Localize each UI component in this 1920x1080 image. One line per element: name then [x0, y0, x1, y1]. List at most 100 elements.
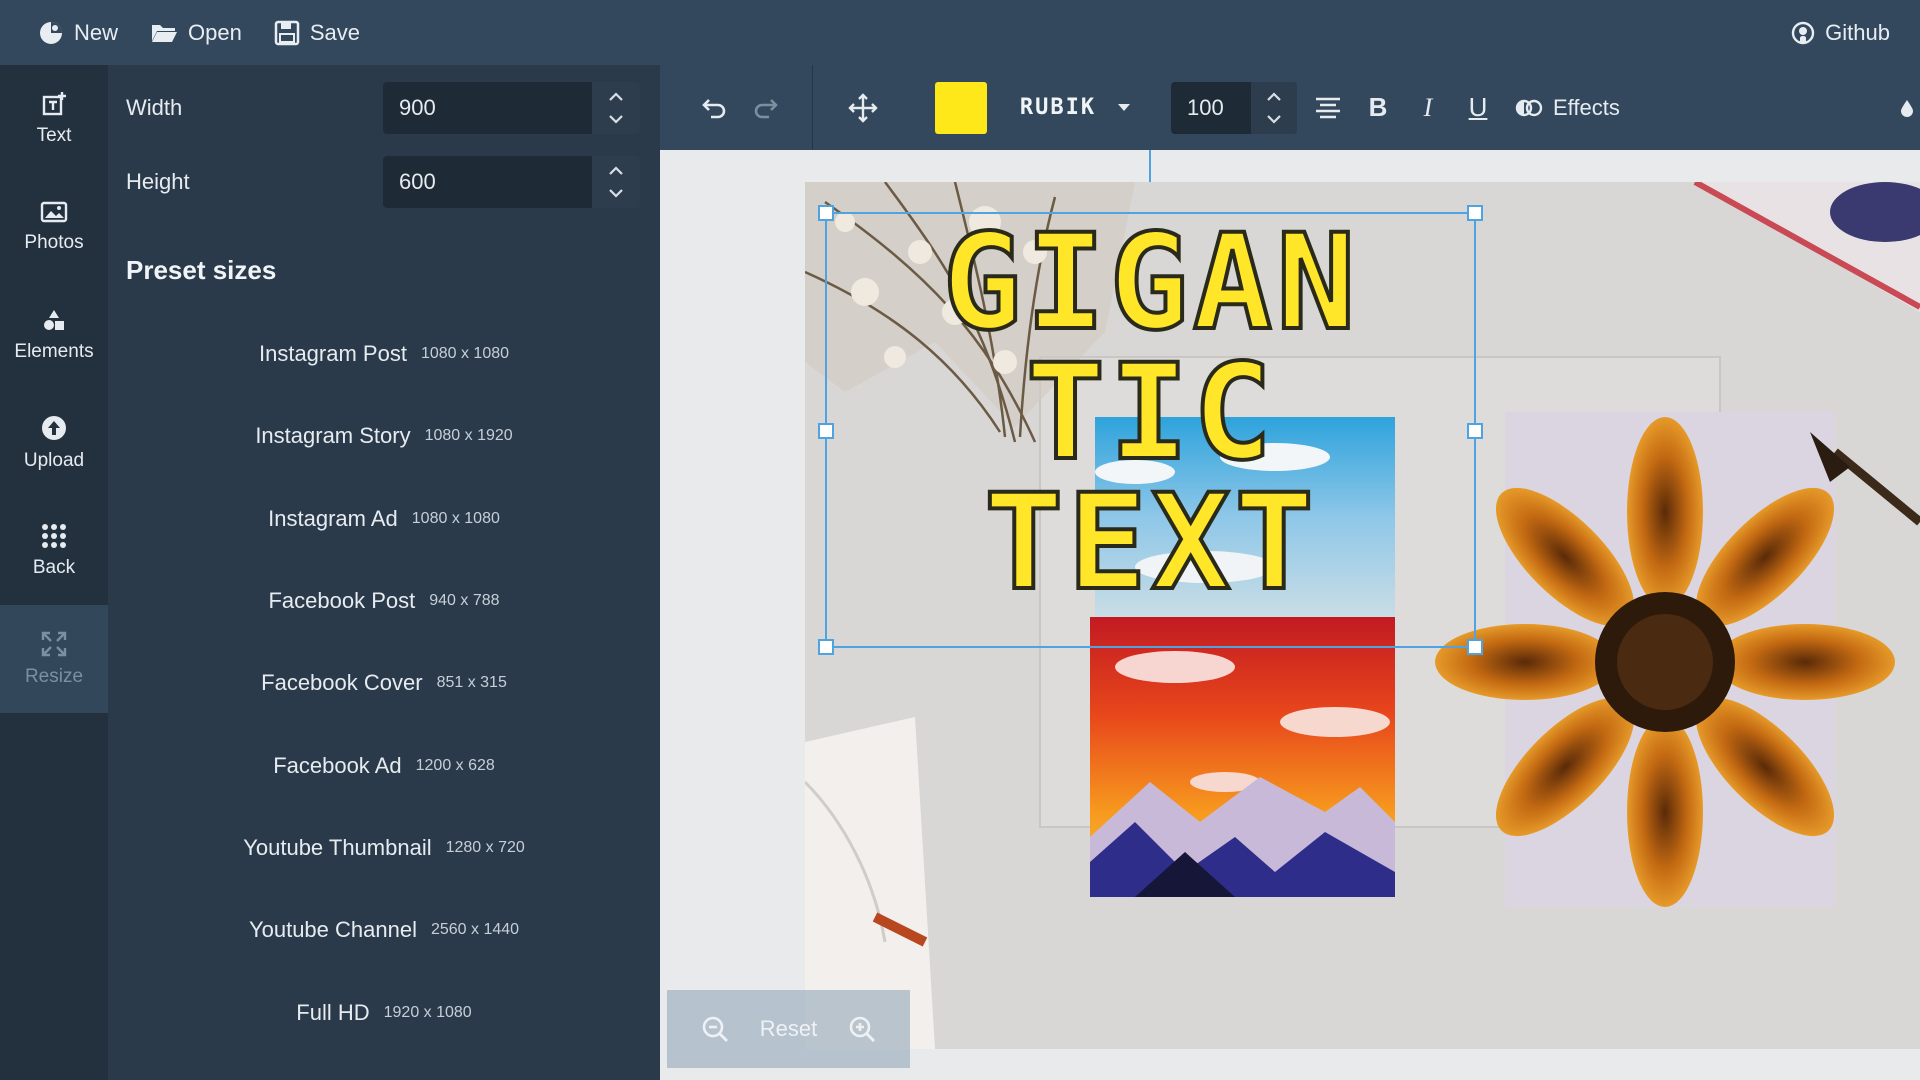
- rail-item-elements[interactable]: Elements: [0, 281, 108, 389]
- save-label: Save: [309, 19, 360, 45]
- headline-line: TIC: [1024, 336, 1277, 490]
- height-field: Height 600: [126, 154, 640, 210]
- preset-name: Youtube Channel: [248, 917, 417, 943]
- align-center-icon: [1315, 96, 1341, 120]
- preset-size: 851 x 315: [436, 674, 507, 692]
- center-guide: [1149, 150, 1151, 182]
- color-swatch: [935, 81, 987, 134]
- zoom-in-icon[interactable]: [848, 1015, 876, 1043]
- redo-button[interactable]: [740, 65, 790, 150]
- width-stepper: [592, 82, 640, 134]
- github-icon: [1791, 21, 1815, 45]
- preset-size: 1080 x 1080: [411, 509, 500, 527]
- resize-icon: [40, 630, 68, 658]
- preset-name: Facebook Post: [268, 588, 416, 614]
- width-label: Width: [126, 95, 183, 120]
- width-input[interactable]: 900: [382, 82, 593, 134]
- editor-toolbar: RUBIK 100 B I U Effects: [660, 65, 1920, 150]
- preset-facebook-ad[interactable]: Facebook Ad 1200 x 628: [108, 724, 660, 806]
- preset-youtube-channel[interactable]: Youtube Channel 2560 x 1440: [108, 889, 660, 971]
- preset-instagram-ad[interactable]: Instagram Ad 1080 x 1080: [108, 478, 660, 560]
- preset-facebook-cover[interactable]: Facebook Cover 851 x 315: [108, 642, 660, 724]
- font-family-select[interactable]: RUBIK: [1005, 65, 1145, 150]
- align-button[interactable]: [1303, 65, 1353, 150]
- preset-size: 940 x 788: [429, 592, 500, 610]
- preset-size: 1200 x 628: [415, 756, 495, 774]
- github-label: Github: [1825, 19, 1890, 45]
- effects-icon: [1515, 97, 1543, 119]
- upload-icon: [40, 414, 68, 442]
- grid-icon: [41, 523, 67, 549]
- rail-item-text[interactable]: Text: [0, 65, 108, 173]
- more-button[interactable]: [1896, 65, 1918, 150]
- underline-button[interactable]: U: [1453, 65, 1503, 150]
- resize-handle-bottom-left[interactable]: [818, 639, 834, 655]
- preset-size: 1280 x 720: [445, 838, 525, 856]
- bold-button[interactable]: B: [1353, 65, 1403, 150]
- preset-youtube-thumbnail[interactable]: Youtube Thumbnail 1280 x 720: [108, 807, 660, 889]
- height-input[interactable]: 600: [382, 156, 593, 208]
- font-family-label: RUBIK: [1019, 95, 1097, 120]
- font-size-control: 100: [1171, 65, 1297, 150]
- preset-name: Full HD: [296, 999, 370, 1025]
- chevron-up-icon[interactable]: [608, 166, 624, 176]
- new-label: New: [74, 19, 119, 45]
- droplet-icon: [1899, 98, 1915, 118]
- chevron-down-icon[interactable]: [1266, 114, 1282, 124]
- preset-instagram-story[interactable]: Instagram Story 1080 x 1920: [108, 395, 660, 477]
- chevron-up-icon[interactable]: [1266, 91, 1282, 102]
- preset-instagram-post[interactable]: Instagram Post 1080 x 1080: [108, 313, 660, 395]
- new-button[interactable]: New: [0, 0, 134, 65]
- font-size-input[interactable]: 100: [1171, 81, 1251, 134]
- effects-label: Effects: [1553, 94, 1620, 120]
- move-button[interactable]: [813, 65, 913, 150]
- open-label: Open: [188, 19, 242, 45]
- top-bar: New Open Save Github: [0, 0, 1920, 65]
- headline-text[interactable]: GIGAN TIC TEXT: [830, 215, 1472, 611]
- undo-button[interactable]: [690, 65, 740, 150]
- move-icon: [848, 92, 878, 123]
- preset-size: 1080 x 1920: [424, 427, 513, 445]
- save-button[interactable]: Save: [258, 0, 376, 65]
- preset-name: Instagram Ad: [268, 505, 398, 531]
- floppy-disk-icon: [274, 20, 300, 46]
- github-link[interactable]: Github: [1775, 0, 1920, 65]
- new-icon: [38, 20, 64, 46]
- resize-handle-bottom-right[interactable]: [1467, 639, 1483, 655]
- zoom-reset-button[interactable]: Reset: [760, 1016, 817, 1042]
- height-label: Height: [126, 169, 190, 194]
- rail-item-label: Back: [32, 557, 76, 578]
- preset-size: 1080 x 1080: [420, 345, 510, 363]
- effects-button[interactable]: Effects: [1515, 95, 1620, 121]
- rail-item-label: Resize: [24, 666, 84, 687]
- preset-name: Facebook Cover: [261, 670, 423, 696]
- rail-item-resize[interactable]: Resize: [0, 605, 108, 713]
- rail-item-upload[interactable]: Upload: [0, 389, 108, 497]
- zoom-out-icon[interactable]: [701, 1015, 729, 1043]
- preset-name: Youtube Thumbnail: [243, 834, 432, 860]
- undo-icon: [701, 96, 729, 120]
- rail-item-photos[interactable]: Photos: [0, 173, 108, 281]
- zoom-controls: Reset: [667, 990, 910, 1068]
- preset-name: Facebook Ad: [273, 752, 402, 778]
- preset-name: Instagram Post: [258, 341, 407, 367]
- rail-item-label: Elements: [14, 341, 94, 362]
- photo-icon: [40, 200, 68, 224]
- chevron-down-icon[interactable]: [608, 188, 624, 198]
- open-button[interactable]: Open: [134, 0, 258, 65]
- side-rail: Text Photos Elements Upload Back Resize: [0, 65, 108, 1080]
- preset-facebook-post[interactable]: Facebook Post 940 x 788: [108, 560, 660, 642]
- rail-item-label: Upload: [23, 450, 85, 471]
- italic-button[interactable]: I: [1403, 65, 1453, 150]
- preset-full-hd[interactable]: Full HD 1920 x 1080: [108, 971, 660, 1053]
- chevron-down-icon[interactable]: [608, 114, 624, 124]
- text-color-picker[interactable]: [935, 65, 987, 150]
- font-size-stepper: [1251, 81, 1297, 134]
- rail-item-back[interactable]: Back: [0, 497, 108, 605]
- caret-down-icon: [1118, 103, 1131, 112]
- chevron-up-icon[interactable]: [608, 92, 624, 102]
- width-field: Width 900: [126, 80, 640, 136]
- rail-item-label: Photos: [24, 232, 84, 253]
- redo-icon: [751, 96, 779, 120]
- text-add-icon: [41, 91, 67, 117]
